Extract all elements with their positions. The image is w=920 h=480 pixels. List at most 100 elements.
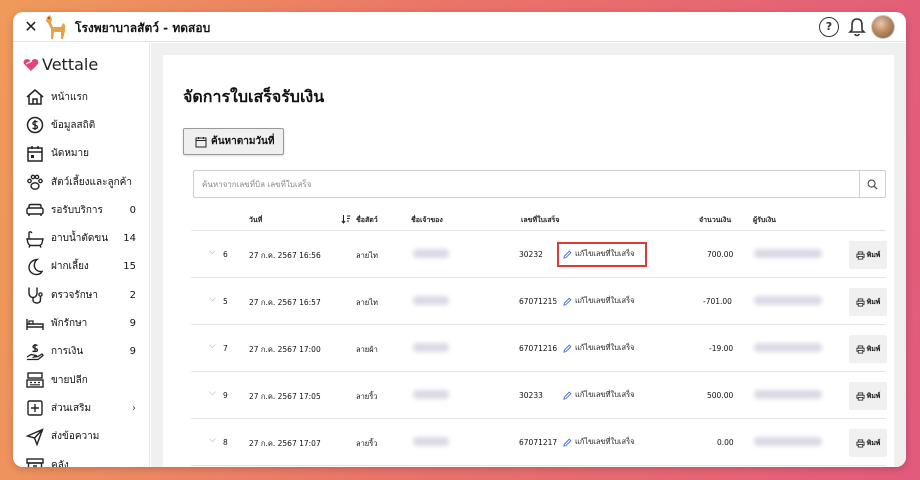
sidebar-item-boarding[interactable]: ฝากเลี้ยง 15 — [13, 253, 150, 281]
calendar-icon — [195, 136, 207, 147]
sofa-icon — [26, 204, 44, 217]
sidebar-item-count: 2 — [129, 289, 136, 301]
moon-icon — [28, 258, 44, 276]
close-icon[interactable]: ✕ — [22, 18, 40, 36]
money-icon — [26, 343, 44, 360]
brand-name: Vettale — [42, 55, 99, 74]
sort-desc-icon[interactable] — [341, 214, 351, 224]
sidebar-item-stats[interactable]: ข้อมูลสถิติ — [13, 111, 150, 139]
row-id: 5 — [223, 297, 228, 306]
user-avatar[interactable] — [871, 15, 895, 39]
print-button[interactable]: พิมพ์ — [849, 241, 887, 269]
plus-box-icon — [27, 400, 43, 417]
row-receipt: 67071217 — [519, 438, 558, 447]
print-label: พิมพ์ — [866, 391, 881, 400]
stats-icon — [26, 117, 44, 134]
receiver-redacted — [754, 296, 822, 305]
print-button[interactable]: พิมพ์ — [849, 382, 887, 410]
pencil-icon — [563, 391, 572, 400]
receiver-redacted — [754, 390, 822, 399]
row-receipt: 30232 — [519, 250, 543, 259]
print-label: พิมพ์ — [866, 438, 881, 447]
sidebar-item-inventory[interactable]: คลัง — [13, 451, 150, 467]
chevron-down-icon[interactable]: ⌵ — [209, 247, 216, 257]
chevron-down-icon[interactable]: ⌵ — [209, 388, 216, 398]
row-pet: ลายริ้ว — [356, 439, 378, 448]
sidebar-item-label: รอรับบริการ — [51, 204, 103, 216]
print-button[interactable]: พิมพ์ — [849, 429, 887, 457]
printer-icon — [856, 438, 865, 448]
col-receiver[interactable]: ผู้รับเงิน — [753, 215, 776, 226]
sidebar-item-label: คลัง — [51, 459, 69, 468]
edit-receipt-no-button[interactable]: แก้ไขเลขที่ใบเสร็จ — [563, 389, 635, 401]
print-label: พิมพ์ — [866, 250, 881, 259]
sidebar-item-treatment[interactable]: ตรวจรักษา 2 — [13, 281, 150, 309]
sidebar-item-label: อาบน้ำตัดขน — [51, 233, 109, 245]
printer-icon — [856, 250, 865, 260]
sidebar-item-addons[interactable]: ส่วนเสริม › — [13, 394, 150, 422]
paw-icon — [27, 174, 43, 190]
col-date[interactable]: วันที่ — [249, 215, 262, 226]
sidebar-item-count: 14 — [123, 233, 136, 245]
row-pet: ลายไท — [356, 251, 378, 260]
owner-redacted — [413, 249, 449, 258]
table-row[interactable]: ⌵ 7 27 ก.ค. 2567 17:00 ลายผ้า 67071216 แ… — [191, 325, 887, 372]
row-receipt: 67071215 — [519, 297, 558, 306]
print-label: พิมพ์ — [866, 297, 881, 306]
sidebar-item-inpatient[interactable]: พักรักษา 9 — [13, 309, 150, 337]
row-date: 27 ก.ค. 2567 17:07 — [249, 439, 321, 448]
sidebar-item-appointments[interactable]: นัดหมาย — [13, 140, 150, 168]
chevron-right-icon: › — [132, 402, 136, 414]
col-pet-name[interactable]: ชื่อสัตว์ — [356, 215, 378, 226]
edit-receipt-no-button[interactable]: แก้ไขเลขที่ใบเสร็จ — [563, 295, 635, 307]
sidebar-item-label: ขายปลีก — [51, 374, 88, 386]
help-icon[interactable]: ? — [819, 17, 839, 37]
printer-icon — [856, 391, 865, 401]
sidebar-item-home[interactable]: หน้าแรก — [13, 83, 150, 111]
chevron-down-icon[interactable]: ⌵ — [209, 341, 216, 351]
chevron-down-icon[interactable]: ⌵ — [209, 294, 216, 304]
table-row[interactable]: ⌵ 6 27 ก.ค. 2567 16:56 ลายไท 30232 แก้ไข… — [191, 231, 887, 278]
row-date: 27 ก.ค. 2567 17:05 — [249, 392, 321, 401]
bathtub-icon — [26, 230, 44, 248]
print-button[interactable]: พิมพ์ — [849, 335, 887, 363]
col-owner[interactable]: ชื่อเจ้าของ — [411, 215, 443, 226]
table-row[interactable]: ⌵ 9 27 ก.ค. 2567 17:05 ลายริ้ว 30233 แก้… — [191, 372, 887, 419]
row-pet: ลายผ้า — [356, 345, 378, 354]
dog-logo-icon — [46, 15, 65, 39]
search-bar — [193, 170, 886, 198]
table-row[interactable]: ⌵ 8 27 ก.ค. 2567 17:07 ลายริ้ว 67071217 … — [191, 419, 887, 466]
printer-icon — [856, 297, 865, 307]
col-receipt-no[interactable]: เลขที่ใบเสร็จ — [521, 215, 559, 226]
row-id: 9 — [223, 391, 228, 400]
sidebar-item-waiting[interactable]: รอรับบริการ 0 — [13, 196, 150, 224]
print-button[interactable]: พิมพ์ — [849, 288, 887, 316]
row-pet: ลายริ้ว — [356, 392, 378, 401]
receiver-redacted — [754, 437, 822, 446]
owner-redacted — [413, 343, 449, 352]
brand-logo[interactable]: Vettale — [23, 55, 98, 74]
sidebar-item-grooming[interactable]: อาบน้ำตัดขน 14 — [13, 224, 150, 252]
sidebar-item-label: ฝากเลี้ยง — [51, 261, 89, 273]
date-search-button[interactable]: ค้นหาตามวันที่ — [183, 128, 284, 155]
app-title: โรงพยาบาลสัตว์ - ทดสอบ — [75, 21, 211, 35]
sidebar-item-finance[interactable]: การเงิน 9 — [13, 338, 150, 366]
sidebar-item-pets-customers[interactable]: สัตว์เลี้ยงและลูกค้า — [13, 168, 150, 196]
search-button[interactable] — [859, 171, 885, 197]
receiver-redacted — [754, 249, 822, 258]
row-amount: 0.00 — [717, 438, 734, 447]
chevron-down-icon[interactable]: ⌵ — [209, 435, 216, 445]
sidebar-item-retail[interactable]: ขายปลีก — [13, 366, 150, 394]
search-input[interactable] — [194, 171, 859, 197]
edit-receipt-no-button[interactable]: แก้ไขเลขที่ใบเสร็จ — [563, 342, 635, 354]
table-row[interactable]: ⌵ 5 27 ก.ค. 2567 16:57 ลายไท 67071215 แก… — [191, 278, 887, 325]
edit-receipt-no-button[interactable]: แก้ไขเลขที่ใบเสร็จ — [563, 436, 635, 448]
pencil-icon — [563, 344, 572, 353]
sidebar-item-messages[interactable]: ส่งข้อความ — [13, 423, 150, 451]
row-receipt: 67071216 — [519, 344, 558, 353]
print-label: พิมพ์ — [866, 344, 881, 353]
col-amount[interactable]: จำนวนเงิน — [699, 215, 731, 226]
row-date: 27 ก.ค. 2567 16:57 — [249, 298, 321, 307]
sidebar-item-label: การเงิน — [51, 346, 84, 358]
bell-icon[interactable] — [847, 16, 867, 38]
